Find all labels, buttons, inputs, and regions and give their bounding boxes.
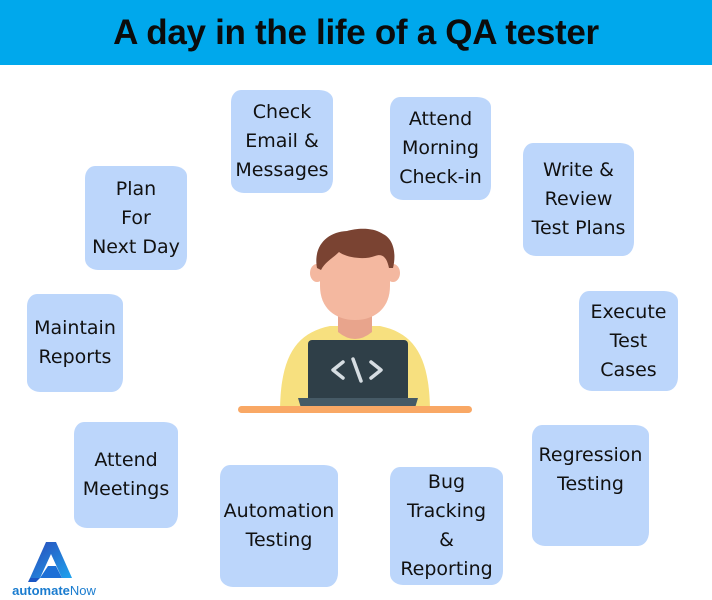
infographic: A day in the life of a QA tester Check E… (0, 0, 712, 600)
card-label: Check Email & Messages (235, 101, 329, 181)
card-execute-test-cases: Execute Test Cases (579, 291, 678, 391)
card-label: Write & Review Test Plans (531, 159, 626, 239)
card-label: Automation Testing (223, 500, 335, 551)
page-title: A day in the life of a QA tester (113, 12, 599, 52)
card-label: Plan For Next Day (92, 177, 180, 258)
logo-mark-icon (28, 542, 72, 582)
card-label: Attend Morning Check-in (399, 108, 482, 188)
card-check-email: Check Email & Messages (231, 90, 333, 193)
card-bug-tracking: Bug Tracking & Reporting (390, 467, 503, 585)
card-label: Maintain Reports (34, 317, 116, 368)
automatenow-logo: automateNow (6, 540, 96, 600)
logo-wordmark: automateNow (6, 583, 102, 598)
card-label: Bug Tracking & Reporting (400, 471, 493, 580)
card-morning-checkin: Attend Morning Check-in (390, 97, 491, 200)
card-plan-next-day: Plan For Next Day (85, 166, 187, 270)
logo-text-light: Now (69, 583, 96, 598)
desk (238, 406, 472, 413)
card-write-test-plans: Write & Review Test Plans (523, 143, 634, 256)
card-automation-testing: Automation Testing (220, 465, 338, 587)
logo-text-bold: automate (12, 583, 70, 598)
card-label: Attend Meetings (82, 449, 170, 500)
card-attend-meetings: Attend Meetings (74, 422, 178, 528)
card-maintain-reports: Maintain Reports (27, 294, 123, 392)
card-label: Regression Testing (538, 443, 643, 495)
qa-tester-illustration (238, 228, 472, 413)
title-banner: A day in the life of a QA tester (0, 0, 712, 65)
card-label: Execute Test Cases (590, 300, 667, 381)
card-regression-testing: Regression Testing (532, 425, 649, 546)
